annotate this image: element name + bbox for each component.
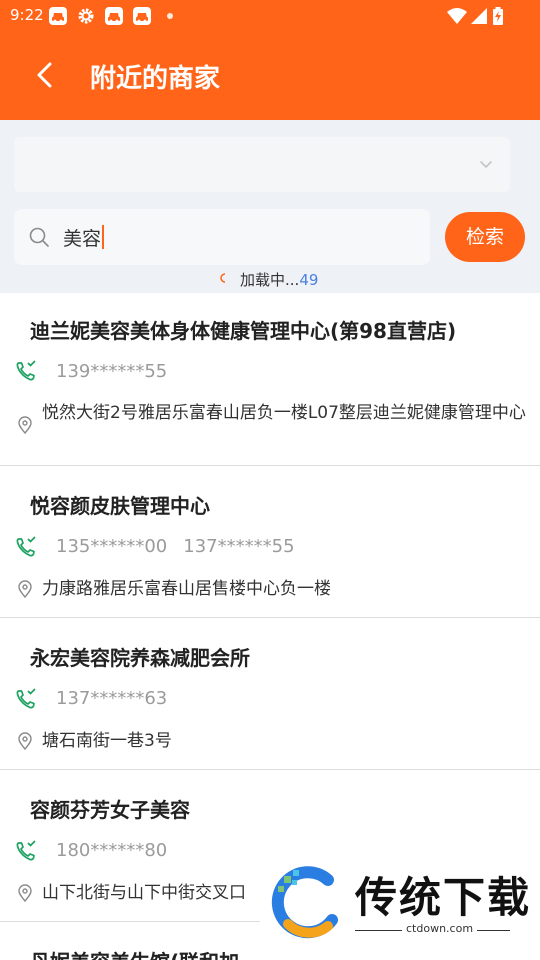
chevron-down-icon: [480, 161, 492, 169]
watermark-title: 传统下载: [355, 873, 532, 922]
phone-icon[interactable]: [15, 688, 37, 710]
phone-numbers: 137******63: [56, 688, 167, 709]
battery-icon: [492, 7, 510, 25]
phone-number[interactable]: 137******55: [183, 536, 294, 557]
phone-number[interactable]: 137******63: [56, 688, 167, 709]
category-dropdown[interactable]: [14, 137, 510, 192]
location-pin-icon: [18, 884, 32, 902]
watermark-overlay: 传统下载 ctdown.com: [260, 840, 540, 960]
search-input[interactable]: 美容: [14, 209, 430, 265]
signal-icon: [470, 7, 488, 25]
car-app-icon: [49, 7, 67, 25]
loading-count: 49: [299, 271, 319, 289]
phone-icon[interactable]: [15, 360, 37, 382]
phone-number[interactable]: 180******80: [56, 840, 167, 861]
phone-number[interactable]: 135******00: [56, 536, 167, 557]
phone-numbers: 139******55: [56, 361, 167, 382]
loading-spinner-icon: [220, 273, 226, 283]
chevron-left-icon: [37, 62, 52, 88]
car-app-icon: [133, 7, 151, 25]
merchant-name: 永宏美容院养森减肥会所: [30, 646, 250, 670]
search-icon: [29, 227, 49, 247]
settings-gear-icon: [77, 7, 95, 25]
list-item[interactable]: 迪兰妮美容美体身体健康管理中心(第98直营店) 139******55 悦然大街…: [0, 293, 540, 466]
app-bar: 附近的商家: [0, 32, 540, 120]
merchant-address: 悦然大街2号雅居乐富春山居负一楼L07整层迪兰妮健康管理中心: [42, 403, 526, 423]
status-time: 9:22: [10, 6, 44, 24]
watermark-url: ctdown.com: [402, 922, 478, 935]
car-app-icon: [105, 7, 123, 25]
search-button[interactable]: 检索: [445, 212, 525, 262]
list-item[interactable]: 悦容颜皮肤管理中心 135******00 137******55 力康路雅居乐富…: [0, 466, 540, 618]
merchant-address: 力康路雅居乐富春山居售楼中心负一楼: [42, 579, 331, 599]
status-bar: 9:22: [0, 0, 540, 32]
phone-numbers: 180******80: [56, 840, 167, 861]
search-input-value: 美容: [63, 224, 105, 251]
phone-icon[interactable]: [15, 840, 37, 862]
page-title: 附近的商家: [90, 64, 221, 94]
loading-text: 加载中...49: [240, 271, 319, 289]
list-item[interactable]: 永宏美容院养森减肥会所 137******63 塘石南街一巷3号: [0, 618, 540, 770]
text-caret: [102, 225, 105, 249]
back-button[interactable]: [28, 58, 62, 92]
merchant-name: 迪兰妮美容美体身体健康管理中心(第98直营店): [30, 319, 457, 343]
wifi-icon: [447, 7, 467, 25]
location-pin-icon: [18, 416, 32, 434]
merchant-name: 悦容颜皮肤管理中心: [30, 494, 210, 518]
phone-number[interactable]: 139******55: [56, 361, 167, 382]
phone-numbers: 135******00 137******55: [56, 536, 295, 557]
location-pin-icon: [18, 732, 32, 750]
merchant-address: 塘石南街一巷3号: [42, 731, 172, 751]
phone-icon[interactable]: [15, 536, 37, 558]
location-pin-icon: [18, 580, 32, 598]
merchant-name: 容颜芬芳女子美容: [30, 798, 190, 822]
watermark-logo-icon: [271, 866, 338, 939]
more-notifications-dot-icon: [167, 13, 173, 19]
merchant-name: 丹妮美容美生馆(联和加: [30, 946, 239, 960]
